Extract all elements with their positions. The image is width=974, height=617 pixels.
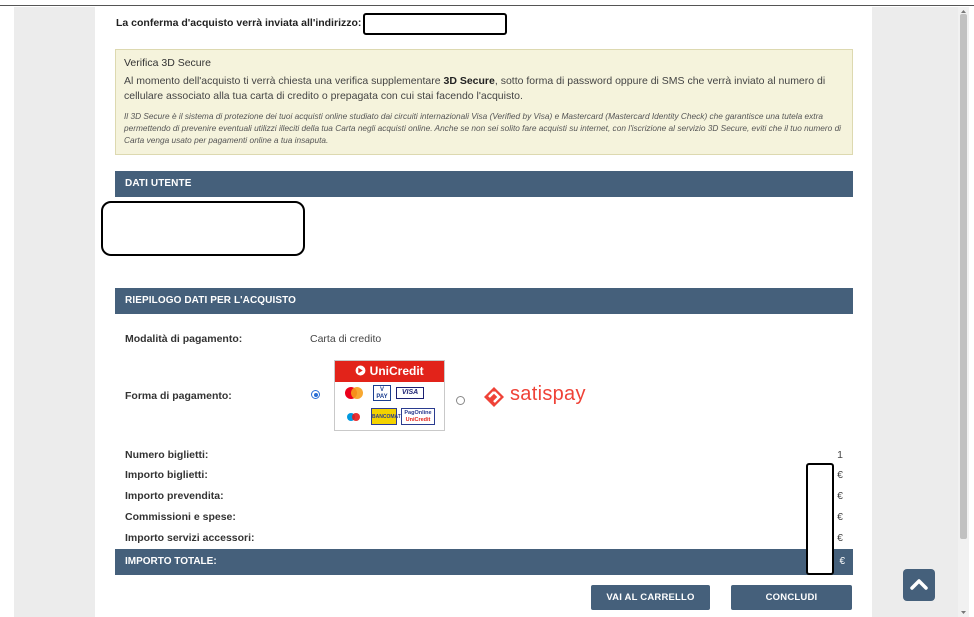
total-value: € <box>839 556 845 567</box>
summary-value-tickets: 1 <box>837 449 843 461</box>
radio-satispay[interactable] <box>456 396 465 405</box>
scroll-to-top-button[interactable] <box>903 569 935 601</box>
unicredit-option[interactable]: UniCredit V PAY VISA BANCOMAT PagOnline Un… <box>334 360 445 431</box>
summary-label-presale: Importo prevendita: <box>125 490 224 502</box>
checkout-panel: La conferma d'acquisto verrà inviata all… <box>95 7 872 617</box>
satispay-logo-icon <box>484 387 504 407</box>
satispay-brand: satispay <box>510 383 586 405</box>
chevron-up-icon <box>910 579 928 590</box>
payment-mode-value: Carta di credito <box>310 333 382 345</box>
total-label: IMPORTO TOTALE: <box>125 556 217 567</box>
confirm-email-line: La conferma d'acquisto verrà inviata all… <box>116 17 361 29</box>
scroll-down-arrow-icon[interactable] <box>958 609 969 617</box>
scrollbar-thumb[interactable] <box>960 14 967 539</box>
radio-unicredit[interactable] <box>311 390 320 399</box>
summary-label-services: Importo servizi accessori: <box>125 532 255 544</box>
summary-label-tickets: Numero biglietti: <box>125 449 209 461</box>
secure3d-desc-bold: 3D Secure <box>443 75 495 87</box>
window-top-border <box>0 0 974 6</box>
redacted-user-data <box>101 201 305 256</box>
redacted-amounts <box>806 463 834 575</box>
section-user-header: DATI UTENTE <box>115 171 853 197</box>
scroll-up-arrow-icon[interactable] <box>958 7 969 15</box>
go-to-cart-button[interactable]: VAI AL CARRELLO <box>591 585 710 610</box>
section-summary-header: RIEPILOGO DATI PER L'ACQUISTO <box>115 288 853 314</box>
pagonline-logo-icon: PagOnline UniCredit <box>401 408 435 425</box>
total-bar: IMPORTO TOTALE: € <box>115 549 853 575</box>
unicredit-header: UniCredit <box>335 361 444 382</box>
secure3d-notice: Verifica 3D Secure Al momento dell'acqui… <box>115 49 853 155</box>
summary-label-fees: Commissioni e spese: <box>125 511 236 523</box>
unicredit-brand: UniCredit <box>369 364 424 378</box>
secure3d-title: Verifica 3D Secure <box>124 57 211 69</box>
left-gutter <box>0 7 14 617</box>
visa-logo-icon: VISA <box>396 387 424 399</box>
payment-form-label: Forma di pagamento: <box>125 390 232 402</box>
confirm-email-label: La conferma d'acquisto verrà inviata all… <box>116 17 362 29</box>
summary-value-fees: € <box>837 511 843 523</box>
conclude-button[interactable]: CONCLUDI <box>731 585 852 610</box>
summary-value-presale: € <box>837 490 843 502</box>
card-logos: V PAY VISA BANCOMAT PagOnline UniCredit <box>335 382 444 430</box>
redacted-email <box>363 13 507 35</box>
secure3d-info: Il 3D Secure è il sistema di protezione … <box>124 111 842 145</box>
vpay-logo-icon: V PAY <box>373 385 391 401</box>
maestro-logo-icon <box>347 413 360 421</box>
unicredit-logo-icon <box>355 365 366 376</box>
bancomat-logo-icon: BANCOMAT <box>371 408 401 425</box>
summary-value-services: € <box>837 532 843 544</box>
payment-mode-label: Modalità di pagamento: <box>125 333 243 345</box>
summary-value-ticket-amount: € <box>837 469 843 481</box>
summary-label-ticket-amount: Importo biglietti: <box>125 469 208 481</box>
secure3d-desc-part1: Al momento dell'acquisto ti verrà chiest… <box>124 75 444 87</box>
secure3d-description: Al momento dell'acquisto ti verrà chiest… <box>124 74 844 104</box>
mastercard-logo-icon <box>345 387 363 399</box>
